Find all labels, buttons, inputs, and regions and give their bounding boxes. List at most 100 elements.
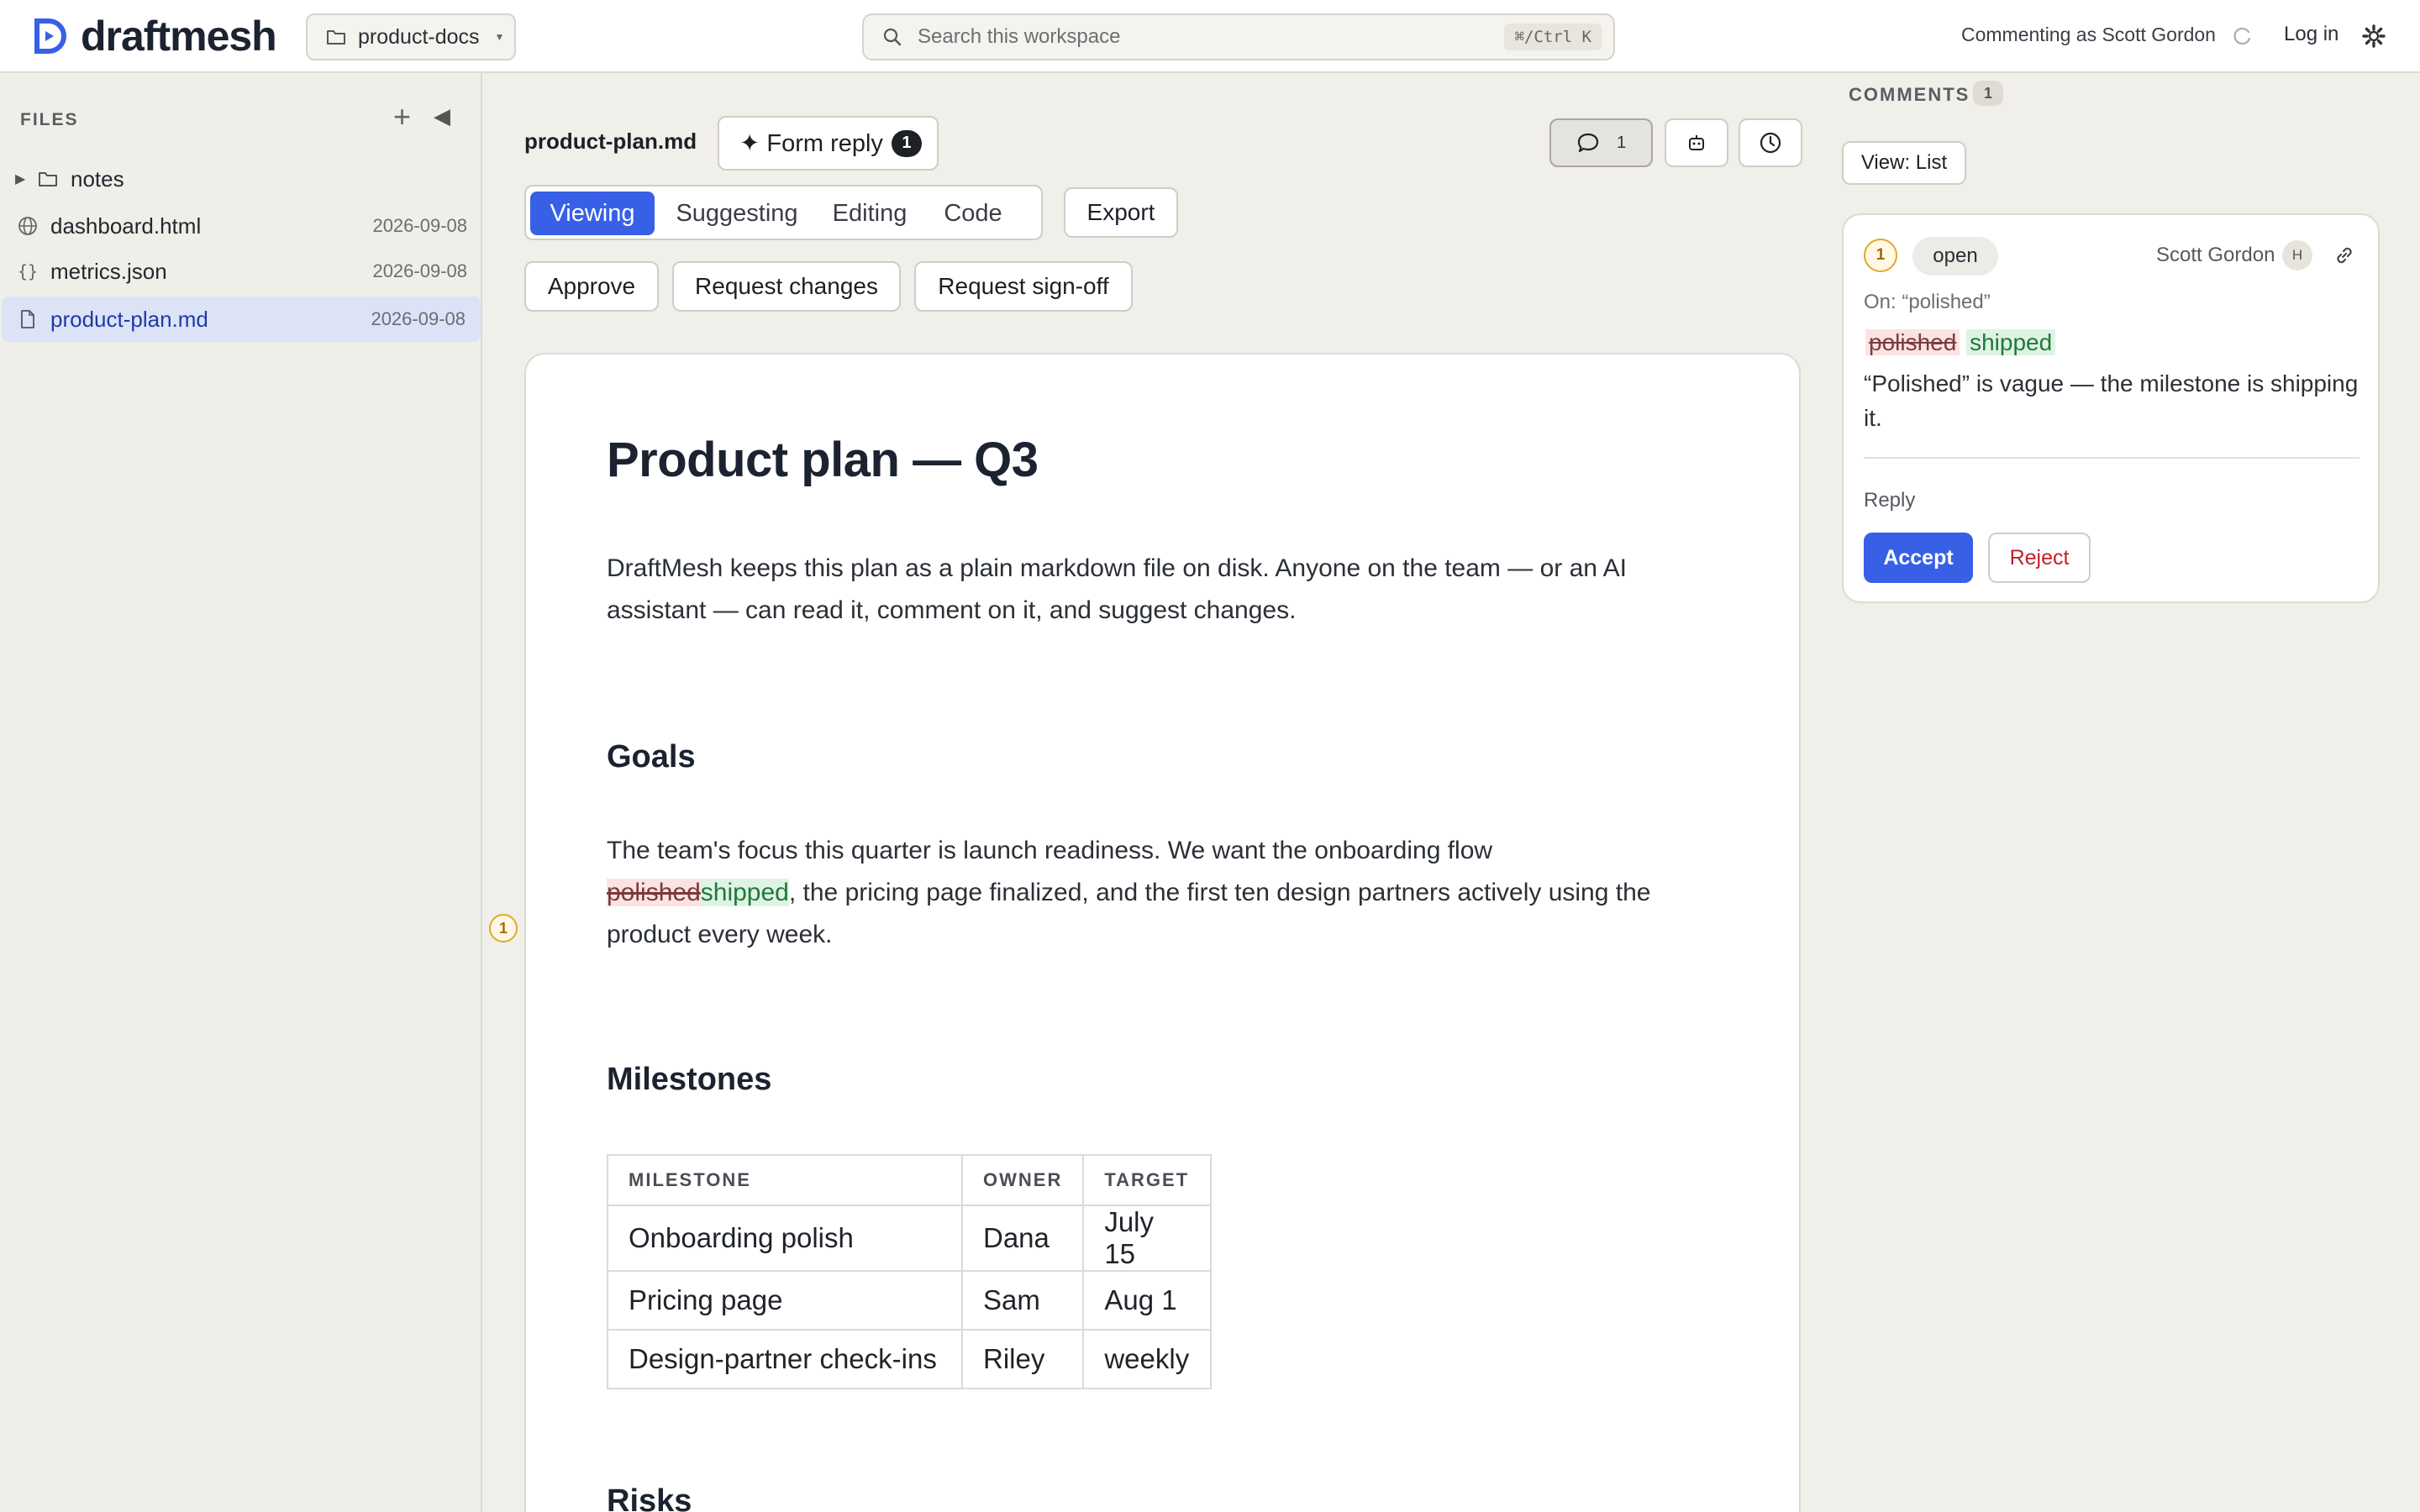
document-page: Product plan — Q3 DraftMesh keeps this p… [524,353,1801,1512]
tab-code[interactable]: Code [929,192,1017,235]
files-heading: FILES [20,110,79,129]
suggestion-inserted-text[interactable]: shipped [700,879,789,906]
search-input[interactable]: Search this workspace ⌘/Ctrl K [862,13,1615,60]
reply-link[interactable]: Reply [1864,489,1915,512]
table-cell: Aug 1 [1082,1270,1213,1331]
clock-icon [1760,132,1781,154]
reject-button[interactable]: Reject [1988,533,2091,583]
comment-marker[interactable]: 1 [489,914,518,942]
search-shortcut: ⌘/Ctrl K [1504,24,1602,50]
table-cell: weekly [1082,1329,1213,1389]
tab-editing[interactable]: Editing [817,192,923,235]
top-bar: draftmesh product-docs ▼ Search this wor… [0,0,2420,73]
search-placeholder: Search this workspace [918,25,1121,48]
chevron-down-icon: ▼ [494,31,505,43]
view-toggle-button[interactable]: View: List [1842,141,1966,185]
history-button[interactable] [1739,118,1802,167]
table-cell: Pricing page [607,1270,963,1331]
mode-switcher: Viewing Suggesting Editing Code [524,185,1043,240]
table-cell: Design-partner check-ins [607,1329,963,1389]
status-badge: open [1912,237,1998,276]
comment-suggestion-diff: polished shipped [1865,329,2056,356]
request-signoff-button[interactable]: Request sign-off [914,261,1133,312]
sidebar-item-product-plan-md[interactable]: product-plan.md 2026-09-08 [2,297,481,342]
column-header-owner: OWNER [960,1154,1085,1206]
comment-body: “Polished” is vague — the milestone is s… [1864,370,2359,431]
request-changes-button[interactable]: Request changes [672,261,901,312]
comments-heading: COMMENTS [1849,84,1970,105]
sidebar-item-date: 2026-09-08 [372,260,467,281]
chevron-right-icon: ▶ [15,172,26,186]
comments-count-badge: 1 [1973,81,2003,106]
document-icon [21,310,34,328]
gear-icon[interactable] [2361,24,2386,49]
form-reply-label: ✦ Form reply [739,130,883,157]
tab-viewing[interactable]: Viewing [530,192,655,235]
workspace-name: product-docs [358,24,480,49]
brand-name: draftmesh [81,13,277,60]
document-filename: product-plan.md [524,129,697,154]
sidebar-item-dashboard-html[interactable]: dashboard.html 2026-09-08 [0,203,482,249]
sidebar-item-date: 2026-09-08 [371,308,466,329]
sidebar-item-label: dashboard.html [50,213,202,239]
comment-anchor-text: On: “polished” [1864,291,1991,313]
table-row: Onboarding polish Dana July 15 [607,1205,1213,1272]
commenting-as-label: Commenting as Scott Gordon [1961,24,2216,45]
search-icon [883,28,902,46]
sidebar-item-notes[interactable]: ▶ notes [0,156,482,202]
sidebar-item-label: metrics.json [50,258,167,284]
table-row: Design-partner check-ins Riley weekly [607,1329,1213,1389]
table-row: Pricing page Sam Aug 1 [607,1270,1213,1331]
table-cell: Riley [960,1329,1085,1389]
folder-icon [39,172,57,186]
sync-icon [2233,27,2251,45]
comment-number: 1 [1864,239,1897,272]
login-link[interactable]: Log in [2284,23,2338,46]
link-icon[interactable] [2333,244,2356,267]
approve-button[interactable]: Approve [524,261,659,312]
goals-text-before: The team's focus this quarter is launch … [607,837,1493,864]
comment-author: Scott Gordon [2156,244,2275,266]
milestones-table: MILESTONE OWNER TARGET Onboarding polish… [607,1154,1213,1389]
goals-heading: Goals [607,739,696,774]
form-reply-button[interactable]: ✦ Form reply 1 [718,116,939,171]
brand-logo[interactable]: draftmesh [30,12,277,60]
draftmesh-logo-icon [34,18,66,54]
accept-button[interactable]: Accept [1864,533,1973,583]
assistant-button[interactable] [1665,118,1728,167]
table-cell: Sam [960,1270,1085,1331]
milestones-heading: Milestones [607,1062,772,1097]
intro-paragraph: DraftMesh keeps this plan as a plain mar… [607,554,1627,624]
folder-icon [327,30,345,45]
comment-card[interactable]: 1 open Scott Gordon H On: “polished” pol… [1842,213,2380,603]
goals-paragraph: The team's focus this quarter is launch … [607,830,1733,956]
column-header-target: TARGET [1082,1154,1213,1206]
collapse-sidebar-button[interactable]: ◀ [434,105,450,127]
document-title: Product plan — Q3 [607,433,1039,487]
sidebar-item-label: product-plan.md [50,306,208,332]
table-cell: Dana [960,1205,1085,1272]
comment-deleted-text: polished [1865,329,1960,355]
json-braces-icon: {} [17,261,39,281]
export-button[interactable]: Export [1064,187,1178,238]
workspace-switcher[interactable]: product-docs ▼ [306,13,516,60]
table-header-row: MILESTONE OWNER TARGET [607,1154,1213,1206]
avatar: H [2282,240,2312,270]
table-cell: Onboarding polish [607,1205,963,1272]
divider [1864,457,2360,459]
column-header-milestone: MILESTONE [607,1154,963,1206]
sidebar-item-metrics-json[interactable]: {} metrics.json 2026-09-08 [0,249,482,294]
comment-bubble-icon [1577,133,1599,153]
globe-icon [18,217,37,235]
robot-icon [1689,135,1704,150]
tab-suggesting[interactable]: Suggesting [664,192,810,235]
form-reply-count-badge: 1 [891,129,922,157]
file-sidebar: FILES + ◀ ▶ notes dashboard.html 2026-09… [0,73,482,1512]
add-file-button[interactable]: + [393,102,411,132]
sidebar-item-label: notes [71,165,124,192]
sidebar-item-date: 2026-09-08 [372,215,467,236]
risks-heading: Risks [607,1483,692,1512]
comment-inserted-text: shipped [1966,329,2056,355]
suggestion-deleted-text[interactable]: polished [607,879,701,906]
comments-toggle-button[interactable]: 1 [1549,118,1653,167]
